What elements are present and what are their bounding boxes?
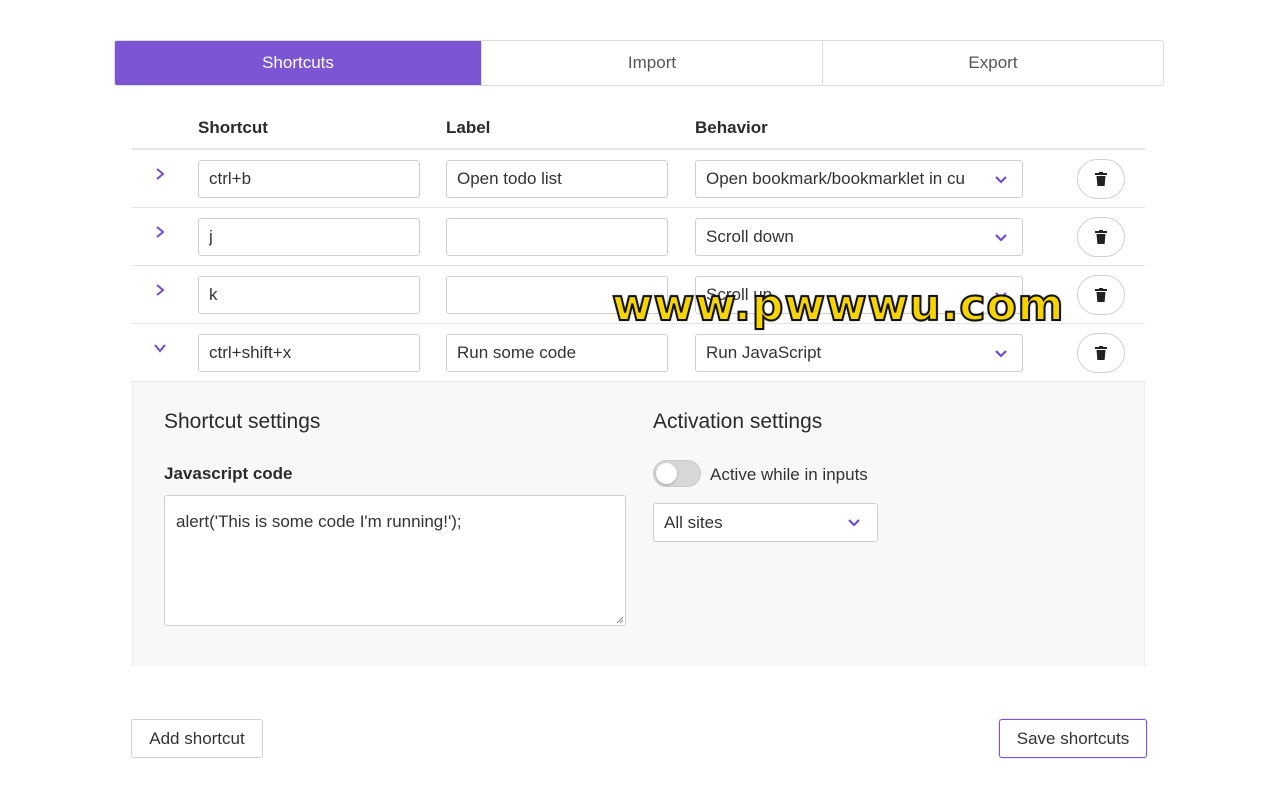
shortcut-input[interactable] (198, 218, 420, 256)
behavior-select[interactable]: Run JavaScript (695, 334, 1023, 372)
watermark-text: www.pwwwu.com (611, 279, 1065, 332)
delete-button[interactable] (1077, 159, 1125, 199)
label-input[interactable] (446, 218, 668, 256)
column-header-shortcut: Shortcut (198, 118, 268, 137)
chevron-down-icon (848, 519, 860, 527)
chevron-right-icon[interactable] (150, 164, 170, 184)
site-select-value: All sites (664, 513, 723, 532)
shortcut-input[interactable] (198, 276, 420, 314)
table-row: Scroll down (132, 208, 1145, 266)
table-row: Open bookmark/bookmarklet in cu (132, 150, 1145, 208)
chevron-down-icon (995, 350, 1007, 358)
chevron-down-icon[interactable] (150, 338, 170, 358)
active-in-inputs-toggle[interactable] (653, 460, 701, 487)
table-header: Shortcut Label Behavior (132, 108, 1145, 150)
shortcut-input[interactable] (198, 160, 420, 198)
label-input[interactable] (446, 334, 668, 372)
tab-import[interactable]: Import (482, 41, 823, 85)
delete-button[interactable] (1077, 275, 1125, 315)
toggle-knob (656, 463, 677, 484)
chevron-right-icon[interactable] (150, 222, 170, 242)
activation-settings-title: Activation settings (653, 410, 823, 433)
label-input[interactable] (446, 160, 668, 198)
behavior-select-value: Open bookmark/bookmarklet in cu (706, 169, 965, 188)
tab-shortcuts[interactable]: Shortcuts (115, 41, 482, 85)
shortcut-settings-title: Shortcut settings (164, 410, 321, 433)
trash-icon (1095, 172, 1107, 186)
delete-button[interactable] (1077, 217, 1125, 257)
table-row: Run JavaScript (132, 324, 1145, 382)
trash-icon (1095, 288, 1107, 302)
behavior-select-value: Scroll down (706, 227, 794, 246)
chevron-down-icon (995, 176, 1007, 184)
delete-button[interactable] (1077, 333, 1125, 373)
trash-icon (1095, 346, 1107, 360)
add-shortcut-button[interactable]: Add shortcut (131, 719, 263, 758)
shortcut-input[interactable] (198, 334, 420, 372)
javascript-code-label: Javascript code (164, 464, 293, 483)
behavior-select-value: Run JavaScript (706, 343, 822, 362)
javascript-code-textarea[interactable]: alert('This is some code I'm running!'); (164, 495, 626, 626)
chevron-down-icon (995, 234, 1007, 242)
save-shortcuts-button[interactable]: Save shortcuts (999, 719, 1147, 758)
tab-bar: Shortcuts Import Export (114, 40, 1164, 86)
trash-icon (1095, 230, 1107, 244)
active-in-inputs-label: Active while in inputs (710, 465, 868, 484)
column-header-label: Label (446, 118, 491, 137)
resize-grip-icon[interactable] (616, 616, 624, 624)
tab-export[interactable]: Export (823, 41, 1163, 85)
behavior-select[interactable]: Scroll down (695, 218, 1023, 256)
column-header-behavior: Behavior (695, 118, 768, 137)
chevron-right-icon[interactable] (150, 280, 170, 300)
shortcut-settings-panel: Shortcut settings Javascript code alert(… (132, 382, 1145, 666)
site-select[interactable]: All sites (653, 503, 878, 542)
behavior-select[interactable]: Open bookmark/bookmarklet in cu (695, 160, 1023, 198)
